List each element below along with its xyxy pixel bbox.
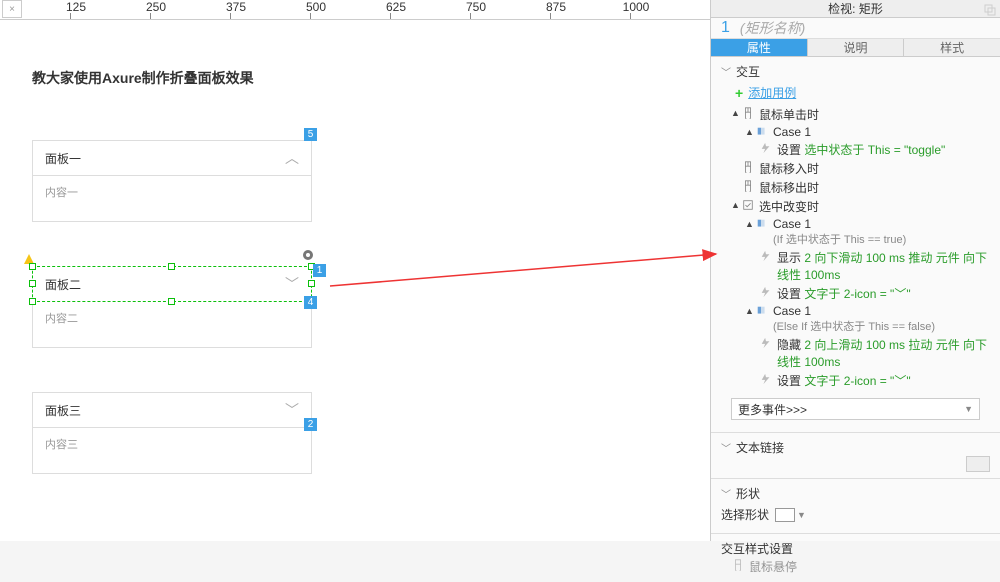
footnote-badge-4: 4 [304,296,317,309]
case-icon [755,218,769,230]
event-mouseout[interactable]: 鼠标移出时 [731,178,990,197]
case-node[interactable]: ▲ Case 1 [731,124,990,140]
event-mousein[interactable]: 鼠标移入时 [731,159,990,178]
bolt-icon [759,142,773,154]
mouse-icon [741,161,755,173]
interaction-tree: ▲ 鼠标单击时 ▲ Case 1 设置 选中状态于 This = "toggle… [721,103,990,392]
case-icon [755,126,769,138]
footnote-badge-2: 2 [304,418,317,431]
tab-properties[interactable]: 属性 [711,39,808,56]
tab-style[interactable]: 样式 [904,39,1000,56]
bolt-icon [759,286,773,298]
inspector-panel: 检视: 矩形 1 (矩形名称) 属性 说明 样式 ﹀交互 + 添加用例 ▲ 鼠标… [710,0,1000,541]
selection-handle[interactable] [308,280,315,287]
panel-1-title: 面板一 [45,150,81,167]
footnote-badge-5: 5 [304,128,317,141]
copy-icon[interactable] [984,4,996,16]
action-set-text[interactable]: 设置 文字于 2-icon = "﹀" [731,284,990,303]
widget-name-placeholder: (矩形名称) [740,18,805,38]
selection-handle[interactable] [168,298,175,305]
accordion-panel-3[interactable]: 面板三 ﹀ 内容三 [32,392,312,474]
shape-preview [775,508,795,522]
inspector-tabs: 属性 说明 样式 [711,39,1000,57]
ruler-tick: 125 [61,0,91,14]
ix-style-item[interactable]: 鼠标悬停 [721,557,990,576]
footnote-badge-1: 1 [313,264,326,277]
case-icon [755,305,769,317]
panel-1-body[interactable]: 内容一 [32,176,312,222]
panel-3-header[interactable]: 面板三 ﹀ [32,392,312,428]
page-heading[interactable]: 教大家使用Axure制作折叠面板效果 [32,68,254,88]
tab-notes[interactable]: 说明 [808,39,905,56]
event-selected-change[interactable]: ▲ 选中改变时 [731,197,990,216]
select-icon [741,199,755,211]
accordion-panel-2[interactable]: 面板二 ﹀ 内容二 [32,266,312,348]
section-text-link[interactable]: ﹀文本链接 [711,433,1000,479]
action-hide[interactable]: 隐藏 2 向上滑动 100 ms 拉动 元件 向下 线性 100ms [731,335,990,371]
marker-icon [24,253,34,263]
more-events-dropdown[interactable]: 更多事件>>>▼ [731,398,980,420]
panel-3-title: 面板三 [45,402,81,419]
dropdown-icon: ▼ [797,510,806,520]
canvas-tab-close[interactable]: × [2,0,22,18]
section-shape: ﹀形状 选择形状 ▼ [711,479,1000,534]
widget-index: 1 [721,19,730,37]
ruler-horizontal: 125 250 375 500 625 750 875 1000 [0,0,710,20]
accordion-panel-1[interactable]: 面板一 ︿ 内容一 [32,140,312,222]
section-ix-style-header[interactable]: 交互样式设置 [721,540,990,557]
action-set-text[interactable]: 设置 文字于 2-icon = "﹀" [731,371,990,390]
color-swatch[interactable] [966,456,990,472]
ruler-tick: 250 [141,0,171,14]
section-shape-header[interactable]: ﹀形状 [721,485,990,502]
ruler-tick: 1000 [621,0,651,14]
panel-2-body[interactable]: 内容二 [32,302,312,348]
mouse-icon [741,107,755,119]
plus-icon: + [735,85,743,101]
widget-name-field[interactable]: 1 (矩形名称) [711,18,1000,39]
action-set-selected[interactable]: 设置 选中状态于 This = "toggle" [731,140,990,159]
event-click[interactable]: ▲ 鼠标单击时 [731,105,990,124]
panel-2-header-selected[interactable]: 面板二 ﹀ [32,266,312,302]
panel-1-header[interactable]: 面板一 ︿ [32,140,312,176]
bolt-icon [759,250,773,262]
ruler-tick: 500 [301,0,331,14]
anchor-icon [302,249,314,261]
section-interaction-header[interactable]: ﹀交互 [721,63,990,80]
bolt-icon [759,373,773,385]
selection-handle[interactable] [29,280,36,287]
mouse-icon [741,180,755,192]
mouse-icon [731,559,745,571]
add-case-link[interactable]: + 添加用例 [721,80,990,103]
selection-handle[interactable] [29,263,36,270]
chevron-down-icon: ﹀ [285,400,299,420]
case-node[interactable]: ▲ Case 1(Else If 选中状态于 This == false) [731,303,990,335]
inspector-title: 检视: 矩形 [711,0,1000,18]
design-canvas[interactable]: 教大家使用Axure制作折叠面板效果 面板一 ︿ 内容一 5 面板二 ﹀ 内容二… [0,20,710,541]
chevron-up-icon: ︿ [285,148,299,168]
bolt-icon [759,337,773,349]
ruler-tick: 875 [541,0,571,14]
ruler-tick: 750 [461,0,491,14]
panel-3-body[interactable]: 内容三 [32,428,312,474]
ruler-tick: 625 [381,0,411,14]
ruler-tick: 375 [221,0,251,14]
panel-2-title: 面板二 [45,276,81,293]
action-show[interactable]: 显示 2 向下滑动 100 ms 推动 元件 向下 线性 100ms [731,248,990,284]
chevron-down-icon: ﹀ [285,274,299,294]
case-node[interactable]: ▲ Case 1(If 选中状态于 This == true) [731,216,990,248]
section-interaction: ﹀交互 + 添加用例 ▲ 鼠标单击时 ▲ Case 1 设置 选中状态于 Thi… [711,57,1000,433]
select-shape-row[interactable]: 选择形状 ▼ [721,502,990,527]
selection-handle[interactable] [29,298,36,305]
selection-handle[interactable] [168,263,175,270]
section-ix-style: 交互样式设置 鼠标悬停 [711,534,1000,582]
